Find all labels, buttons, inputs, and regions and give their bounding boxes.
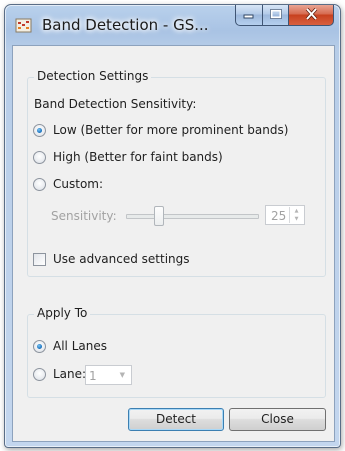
lane-select[interactable]: 1 ▼ (85, 365, 132, 385)
spin-buttons: ▲ ▼ (289, 207, 303, 223)
minimize-button[interactable] (235, 5, 263, 26)
advanced-settings-label[interactable]: Use advanced settings (53, 252, 190, 266)
group-title-detection-settings: Detection Settings (34, 69, 152, 83)
spin-up-icon[interactable]: ▲ (290, 207, 303, 215)
band-detection-dialog: Band Detection - GS... Detection Setting… (4, 4, 341, 448)
detect-button[interactable]: Detect (128, 408, 224, 431)
dialog-body: Detection Settings Band Detection Sensit… (12, 45, 335, 442)
sensitivity-spinbox[interactable]: 25 ▲ ▼ (265, 205, 305, 225)
maximize-icon (269, 8, 282, 22)
sensitivity-label: Sensitivity: (51, 209, 117, 223)
radio-all-lanes[interactable] (33, 340, 46, 353)
radio-low-label[interactable]: Low (Better for more prominent bands) (53, 123, 288, 137)
radio-custom[interactable] (33, 178, 46, 191)
close-button[interactable]: Close (229, 408, 326, 431)
sensitivity-slider-thumb[interactable] (154, 206, 165, 226)
sensitivity-value: 25 (271, 209, 287, 223)
group-title-apply-to: Apply To (34, 306, 91, 320)
sensitivity-slider-track[interactable] (126, 214, 259, 219)
apply-to-group: Apply To (27, 306, 326, 398)
advanced-settings-checkbox[interactable] (33, 253, 46, 266)
title-bar[interactable]: Band Detection - GS... (5, 5, 340, 45)
minimize-icon (243, 8, 255, 22)
spin-down-icon[interactable]: ▼ (290, 215, 303, 223)
radio-low[interactable] (33, 124, 46, 137)
close-icon (305, 7, 318, 23)
chevron-down-icon: ▼ (119, 371, 125, 379)
radio-all-lanes-label[interactable]: All Lanes (53, 339, 107, 353)
radio-lane-label[interactable]: Lane: (53, 367, 86, 381)
gel-image-icon (15, 18, 33, 34)
caption-buttons (235, 5, 334, 27)
radio-high[interactable] (33, 151, 46, 164)
close-window-button[interactable] (289, 5, 334, 26)
radio-custom-label[interactable]: Custom: (53, 177, 103, 191)
lane-select-value: 1 (89, 369, 97, 383)
radio-high-label[interactable]: High (Better for faint bands) (53, 150, 223, 164)
radio-lane[interactable] (33, 368, 46, 381)
maximize-button[interactable] (263, 5, 289, 26)
sensitivity-heading: Band Detection Sensitivity: (34, 97, 197, 111)
window-title: Band Detection - GS... (42, 16, 209, 34)
